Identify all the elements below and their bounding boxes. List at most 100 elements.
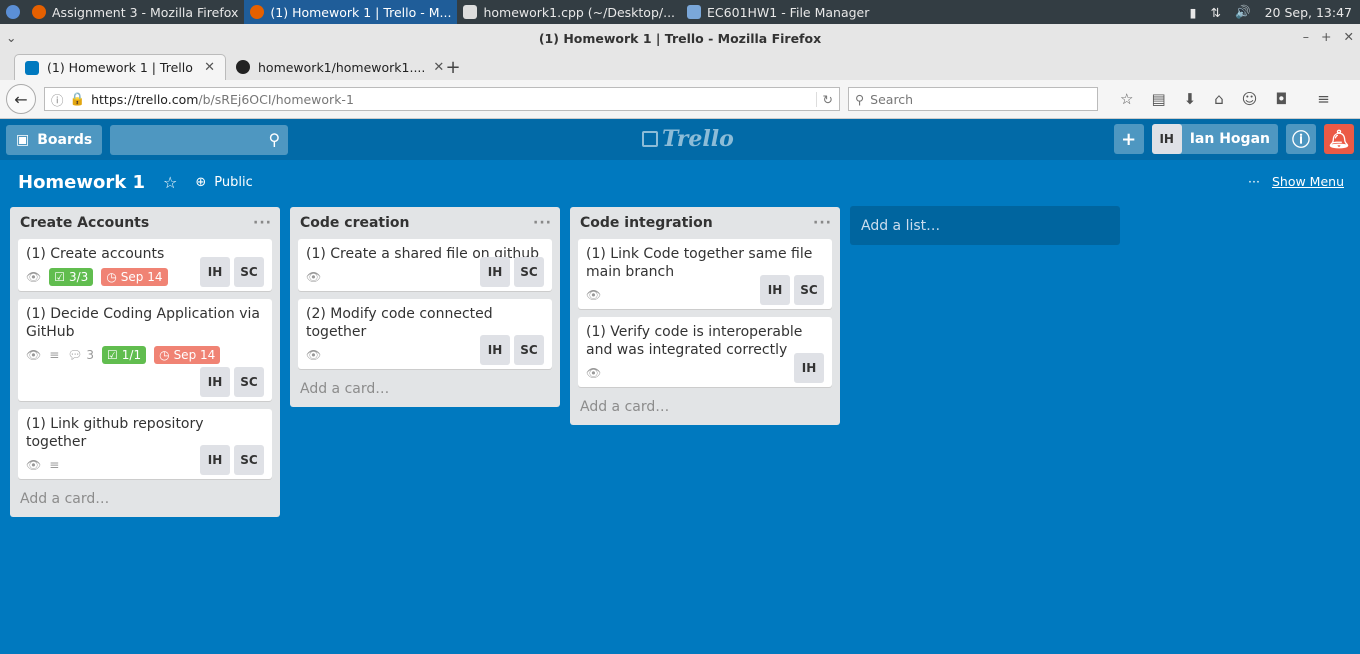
- eye-icon: 👁︎: [26, 348, 42, 362]
- list-menu-icon[interactable]: ···: [813, 215, 832, 231]
- tab-close-icon[interactable]: ✕: [433, 60, 444, 75]
- lock-icon: 🔒: [69, 91, 86, 106]
- board-search-input[interactable]: ⚲: [110, 124, 289, 155]
- reload-icon[interactable]: ↻: [815, 91, 833, 107]
- card-title: (1) Decide Coding Application via GitHub: [26, 306, 260, 340]
- card[interactable]: (1) Create accounts 👁︎ ☑ 3/3 ◷ Sep 14 IH S…: [18, 239, 272, 291]
- card[interactable]: (1) Create a shared file on github 👁︎ IH…: [298, 239, 552, 291]
- member-avatar[interactable]: IH: [760, 275, 790, 305]
- taskbar-item-editor[interactable]: homework1.cpp (~/Desktop/...: [457, 0, 681, 24]
- app-menu-icon: [6, 5, 20, 19]
- tab-github[interactable]: homework1/homework1.... ✕: [226, 54, 444, 80]
- firefox-icon: [250, 5, 265, 19]
- taskbar-item-assignment[interactable]: Assignment 3 - Mozilla Firefox: [26, 0, 244, 24]
- comment-icon: 💬︎ 3: [67, 348, 94, 362]
- star-icon[interactable]: ☆: [163, 173, 177, 192]
- member-avatar[interactable]: IH: [794, 353, 824, 383]
- maximize-icon[interactable]: +: [1321, 29, 1331, 44]
- info-button[interactable]: ⓘ: [1286, 124, 1316, 154]
- list-code-creation: Code creation ··· (1) Create a shared fil…: [290, 207, 560, 407]
- boards-button[interactable]: ▣ Boards: [6, 124, 103, 155]
- member-avatar[interactable]: IH: [200, 367, 230, 397]
- list-menu-icon[interactable]: ···: [253, 215, 272, 231]
- reading-list-icon[interactable]: ▤: [1151, 90, 1165, 108]
- url-domain: https://trello.com: [91, 91, 199, 107]
- window-titlebar: ⌄ (1) Homework 1 | Trello - Mozilla Fire…: [0, 24, 1360, 52]
- add-card-button[interactable]: Add a card…: [578, 395, 832, 417]
- due-date-badge: ◷ Sep 14: [101, 268, 168, 286]
- add-list-button[interactable]: Add a list…: [850, 206, 1120, 245]
- member-avatar[interactable]: IH: [480, 257, 510, 287]
- network-icon[interactable]: ⇅: [1211, 5, 1221, 20]
- window-title: (1) Homework 1 | Trello - Mozilla Firefo…: [538, 30, 822, 46]
- description-icon: ≡: [49, 348, 60, 362]
- hamburger-menu-icon[interactable]: ≡: [1317, 90, 1330, 108]
- start-menu-button[interactable]: [0, 0, 26, 24]
- info-icon[interactable]: ⓘ: [51, 90, 64, 109]
- card[interactable]: (1) Verify code is interoperable and was…: [578, 317, 832, 387]
- add-card-button[interactable]: Add a card…: [18, 487, 272, 509]
- downloads-icon[interactable]: ⬇: [1184, 90, 1197, 108]
- eye-icon: 👁︎: [306, 348, 322, 362]
- card[interactable]: (1) Link github repository together 👁︎ ≡…: [18, 409, 272, 479]
- add-button[interactable]: +: [1113, 124, 1144, 154]
- checkbox-icon: ☑: [54, 270, 65, 284]
- member-avatar[interactable]: SC: [794, 275, 824, 305]
- card-title: (1) Verify code is interoperable and was…: [586, 324, 803, 358]
- due-date-badge: ◷ Sep 14: [154, 346, 221, 364]
- eye-icon: 👁︎: [26, 458, 42, 472]
- eye-icon: 👁︎: [26, 270, 42, 284]
- minimize-icon[interactable]: –: [1303, 29, 1309, 44]
- trello-logo[interactable]: Trello: [642, 126, 734, 152]
- globe-icon: ⊕: [195, 174, 207, 190]
- notifications-button[interactable]: 🔔︎: [1324, 124, 1354, 154]
- tab-trello[interactable]: (1) Homework 1 | Trello ✕: [14, 54, 226, 80]
- member-avatar[interactable]: SC: [234, 367, 264, 397]
- more-dots-icon: ···: [1248, 174, 1260, 189]
- card[interactable]: (1) Link Code together same file main br…: [578, 239, 832, 309]
- checklist-badge: ☑ 3/3: [49, 268, 94, 286]
- list-title[interactable]: Create Accounts: [20, 215, 149, 231]
- volume-icon[interactable]: 🔊: [1235, 4, 1251, 20]
- search-input[interactable]: ⚲ Search: [848, 87, 1098, 111]
- taskbar-item-trello[interactable]: (1) Homework 1 | Trello - M...: [244, 0, 458, 24]
- tab-bar: (1) Homework 1 | Trello ✕ homework1/home…: [0, 52, 1360, 80]
- bookmark-star-icon[interactable]: ☆: [1120, 90, 1133, 108]
- member-avatar[interactable]: IH: [200, 445, 230, 475]
- card[interactable]: (1) Decide Coding Application via GitHub…: [18, 299, 272, 401]
- card[interactable]: (2) Modify code connected together 👁︎ IH…: [298, 299, 552, 369]
- home-icon[interactable]: ⌂: [1214, 90, 1224, 108]
- battery-icon[interactable]: ▮: [1190, 5, 1197, 20]
- add-card-button[interactable]: Add a card…: [298, 377, 552, 399]
- list-title[interactable]: Code creation: [300, 215, 410, 231]
- member-avatar[interactable]: IH: [200, 257, 230, 287]
- description-icon: ≡: [49, 458, 60, 472]
- tab-close-icon[interactable]: ✕: [204, 60, 215, 75]
- member-avatar[interactable]: SC: [234, 257, 264, 287]
- close-icon[interactable]: ✕: [1344, 29, 1354, 44]
- list-title[interactable]: Code integration: [580, 215, 713, 231]
- taskbar-item-file-manager[interactable]: EC601HW1 - File Manager: [681, 0, 875, 24]
- board-title[interactable]: Homework 1: [18, 172, 145, 193]
- url-bar[interactable]: ⓘ 🔒 https://trello.com/b/sREj6OCI/homewo…: [44, 87, 840, 111]
- visibility-button[interactable]: ⊕ Public: [195, 175, 252, 190]
- firefox-icon: [32, 5, 46, 19]
- eye-icon: 👁︎: [586, 366, 602, 380]
- list-menu-icon[interactable]: ···: [533, 215, 552, 231]
- show-menu-button[interactable]: ··· Show Menu: [1248, 174, 1344, 189]
- member-avatar[interactable]: IH: [480, 335, 510, 365]
- user-menu-button[interactable]: IH Ian Hogan: [1151, 124, 1278, 154]
- window-menu-icon[interactable]: ⌄: [6, 30, 16, 45]
- board-header: Homework 1 ☆ ⊕ Public ··· Show Menu: [0, 160, 1360, 204]
- search-icon: ⚲: [855, 91, 865, 107]
- member-avatar[interactable]: SC: [234, 445, 264, 475]
- member-avatar[interactable]: SC: [514, 335, 544, 365]
- member-avatar[interactable]: SC: [514, 257, 544, 287]
- eye-icon: 👁︎: [306, 270, 322, 284]
- hello-icon[interactable]: ☺: [1242, 90, 1258, 108]
- bell-icon: 🔔︎: [1327, 128, 1351, 150]
- clock[interactable]: 20 Sep, 13:47: [1265, 5, 1352, 20]
- back-button[interactable]: ←: [6, 84, 36, 114]
- pocket-icon[interactable]: ◘: [1275, 90, 1287, 108]
- search-icon: ⚲: [268, 130, 281, 149]
